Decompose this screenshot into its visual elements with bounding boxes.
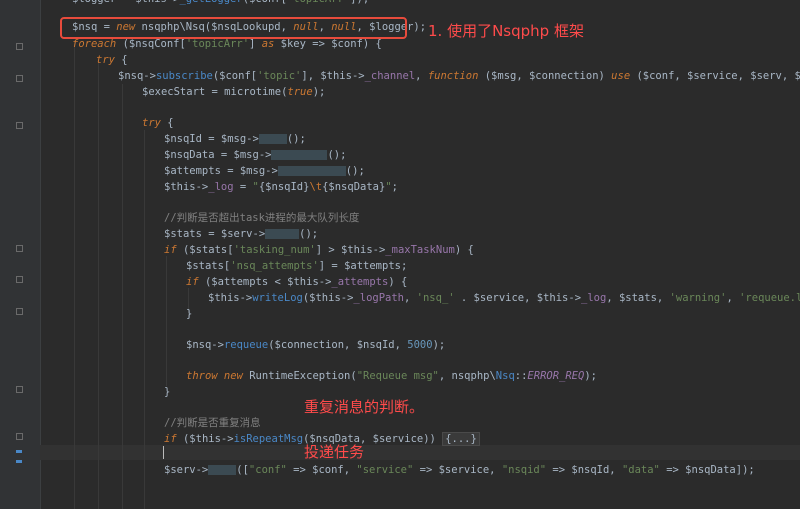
code-line-8[interactable]: $nsqData = $msg->getPayload();	[164, 148, 346, 163]
code-line-13[interactable]: if ($stats['tasking_num'] > $this->_maxT…	[164, 243, 474, 258]
code-line-12[interactable]: $stats = $serv->stats();	[164, 227, 318, 242]
annotation-deliver: 投递任务	[304, 443, 365, 461]
indent-guide	[74, 40, 75, 509]
fold-marker-icon[interactable]	[16, 122, 23, 129]
bookmark-icon[interactable]	[16, 450, 22, 453]
indent-guide	[144, 130, 145, 509]
fold-marker-icon[interactable]	[16, 308, 23, 315]
annotation-framework: 1. 使用了Nsqphp 框架	[428, 22, 584, 40]
code-line-9[interactable]: $attempts = $msg->getAttempts();	[164, 164, 365, 179]
code-line-11[interactable]: //判断是否超出task进程的最大队列长度	[164, 211, 359, 226]
code-line-21[interactable]: //判断是否重复消息	[164, 416, 261, 431]
code-line-16[interactable]: $this->writeLog($this->_logPath, 'nsq_' …	[208, 291, 800, 306]
fold-marker-icon[interactable]	[16, 245, 23, 252]
code-line-14[interactable]: $stats['nsq_attempts'] = $attempts;	[186, 259, 407, 274]
code-line-19[interactable]: throw new RuntimeException("Requeue msg"…	[186, 369, 597, 384]
code-editor[interactable]: $logger = $this->_getLogger($conf['topic…	[0, 0, 800, 509]
code-line-17[interactable]: }	[186, 307, 192, 322]
fold-marker-icon[interactable]	[16, 75, 23, 82]
code-line-15[interactable]: if ($attempts < $this->_attempts) {	[186, 275, 407, 290]
code-line-3[interactable]: try {	[96, 53, 128, 68]
fold-marker-icon[interactable]	[16, 276, 23, 283]
indent-guide	[122, 84, 123, 509]
code-area[interactable]: $logger = $this->_getLogger($conf['topic…	[44, 0, 800, 509]
indent-guide	[166, 256, 167, 386]
code-line-18[interactable]: $nsq->requeue($connection, $nsqId, 5000)…	[186, 338, 445, 353]
text-caret	[163, 446, 164, 459]
code-line-6[interactable]: try {	[142, 116, 174, 131]
code-line-0[interactable]: $logger = $this->_getLogger($conf['topic…	[72, 0, 369, 7]
code-line-2[interactable]: foreach ($nsqConf['topicArr'] as $key =>…	[72, 37, 382, 52]
code-line-5[interactable]: $execStart = microtime(true);	[142, 85, 325, 100]
highlight-box	[60, 17, 407, 39]
code-line-4[interactable]: $nsq->subscribe($conf['topic'], $this->_…	[118, 69, 800, 84]
code-line-7[interactable]: $nsqId = $msg->getId();	[164, 132, 306, 147]
code-line-23[interactable]: $serv->task(["conf" => $conf, "service" …	[164, 463, 755, 478]
annotation-repeat: 重复消息的判断。	[304, 398, 425, 416]
bookmark-icon[interactable]	[16, 460, 22, 463]
code-line-20[interactable]: }	[164, 385, 170, 400]
fold-marker-icon[interactable]	[16, 43, 23, 50]
fold-marker-icon[interactable]	[16, 386, 23, 393]
editor-gutter[interactable]	[0, 0, 41, 509]
indent-guide	[98, 60, 99, 509]
fold-marker-icon[interactable]	[16, 433, 23, 440]
code-line-10[interactable]: $this->_log = "{$nsqId}\t{$nsqData}";	[164, 180, 398, 195]
